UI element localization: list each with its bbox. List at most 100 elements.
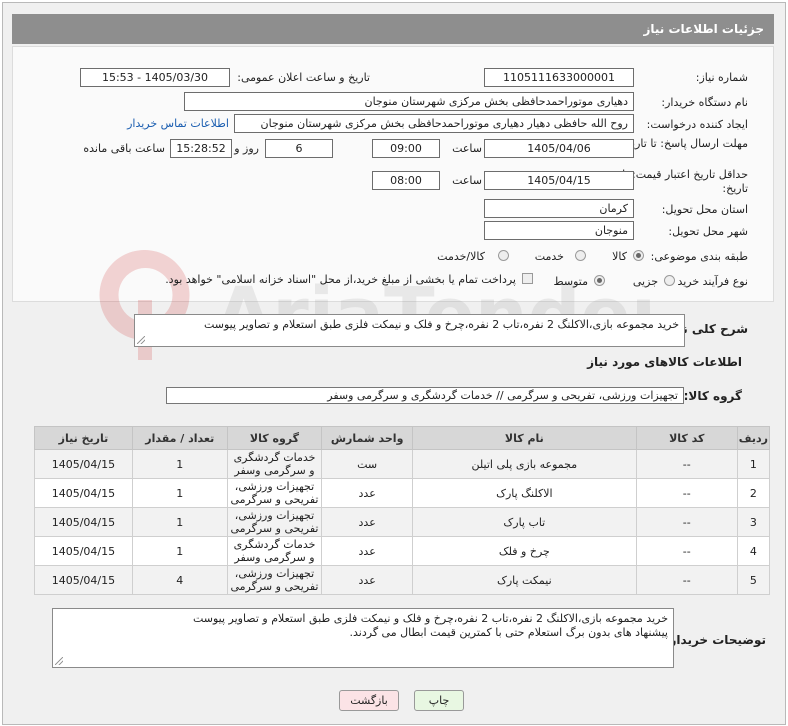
days-field: 6 [265, 139, 333, 158]
item-unit: عدد [321, 565, 413, 595]
row-number: 4 [736, 536, 771, 566]
province-label: استان محل تحویل: [661, 203, 748, 216]
deadline-time-label: ساعت [452, 142, 482, 155]
item-name: الاکلنگ پارک [411, 478, 637, 508]
col-qty: تعداد / مقدار [131, 426, 228, 450]
item-name: نیمکت پارک [411, 565, 637, 595]
goods-group-field: تجهیزات ورزشی، تفریحی و سرگرمی // خدمات … [166, 387, 684, 404]
item-group: تجهیزات ورزشی، تفریحی و سرگرمی [226, 478, 323, 508]
table-row: 3 -- تاب پارک عدد تجهیزات ورزشی، تفریحی … [34, 507, 771, 537]
need-number-field: 1105111633000001 [484, 68, 634, 87]
process-option-minor: جزیی [632, 275, 658, 288]
treasury-payment-note: پرداخت تمام یا بخشی از مبلغ خرید،از محل … [165, 273, 516, 286]
buyer-notes-line-1: خرید مجموعه بازی،الاکلنگ 2 نفره،تاب 2 نف… [192, 612, 668, 625]
item-qty: 1 [131, 478, 228, 508]
process-radio-medium[interactable] [594, 275, 605, 286]
days-label: روز و [234, 142, 259, 155]
summary-textarea[interactable]: خرید مجموعه بازی،الاکلنگ 2 نفره،تاب 2 نف… [134, 314, 685, 347]
category-label: طبقه بندی موضوعی: [650, 250, 748, 263]
buyer-org-field: دهیاری موتوراحمدحافظی بخش مرکزی شهرستان … [184, 92, 634, 111]
item-code: -- [635, 449, 738, 479]
col-unit: واحد شمارش [321, 426, 413, 450]
category-option-goods-service: کالا/خدمت [437, 250, 485, 263]
col-group: گروه کالا [226, 426, 323, 450]
table-row: 2 -- الاکلنگ پارک عدد تجهیزات ورزشی، تفر… [34, 478, 771, 508]
category-option-service: خدمت [534, 250, 564, 263]
goods-table: ردیف کد کالا نام کالا واحد شمارش گروه کا… [34, 426, 771, 595]
col-name: نام کالا [411, 426, 637, 450]
page-header: جزئیات اطلاعات نیاز [12, 14, 774, 44]
item-code: -- [635, 536, 738, 566]
item-group: خدمات گردشگری و سرگرمی وسفر [226, 536, 323, 566]
item-group: تجهیزات ورزشی، تفریحی و سرگرمی [226, 565, 323, 595]
summary-text: خرید مجموعه بازی،الاکلنگ 2 نفره،تاب 2 نف… [203, 318, 679, 331]
table-row: 5 -- نیمکت پارک عدد تجهیزات ورزشی، تفریح… [34, 565, 771, 595]
item-group: خدمات گردشگری و سرگرمی وسفر [226, 449, 323, 479]
buyer-notes-line-2: پیشنهاد های بدون برگ استعلام حتی با کمتر… [349, 626, 668, 639]
category-option-goods: کالا [612, 250, 627, 263]
item-unit: عدد [321, 507, 413, 537]
city-field: منوجان [484, 221, 634, 240]
row-number: 1 [736, 449, 771, 479]
city-label: شهر محل تحویل: [668, 225, 748, 238]
col-row: ردیف [736, 426, 771, 450]
item-name: تاب پارک [411, 507, 637, 537]
goods-group-label: گروه کالا: [683, 389, 742, 403]
item-unit: عدد [321, 478, 413, 508]
table-row: 1 -- مجموعه بازی پلی اتیلن ست خدمات گردش… [34, 449, 771, 479]
need-number-label: شماره نیاز: [695, 71, 748, 84]
goods-section-title: اطلاعات کالاهای مورد نیاز [587, 355, 742, 369]
validity-time-label: ساعت [452, 174, 482, 187]
validity-time-field: 08:00 [372, 171, 440, 190]
buyer-org-label: نام دستگاه خریدار: [661, 96, 748, 109]
col-code: کد کالا [635, 426, 738, 450]
process-radio-minor[interactable] [664, 275, 675, 286]
item-name: مجموعه بازی پلی اتیلن [411, 449, 637, 479]
row-number: 3 [736, 507, 771, 537]
process-option-medium: متوسط [553, 275, 588, 288]
category-radio-goods[interactable] [633, 250, 644, 261]
back-button[interactable]: بازگشت [339, 690, 399, 711]
deadline-time-field: 09:00 [372, 139, 440, 158]
item-qty: 1 [131, 507, 228, 537]
creator-label: ایجاد کننده درخواست: [646, 118, 748, 131]
resize-grip[interactable] [55, 657, 63, 665]
item-date: 1405/04/15 [34, 478, 133, 508]
category-radio-service[interactable] [575, 250, 586, 261]
item-unit: ست [321, 449, 413, 479]
item-date: 1405/04/15 [34, 507, 133, 537]
creator-field: روح الله حافظی دهیار دهیاری موتوراحمدحاف… [234, 114, 634, 133]
item-date: 1405/04/15 [34, 565, 133, 595]
item-name: چرخ و فلک [411, 536, 637, 566]
announce-label: تاریخ و ساعت اعلان عمومی: [237, 71, 370, 84]
item-qty: 1 [131, 449, 228, 479]
province-field: کرمان [484, 199, 634, 218]
deadline-date-field: 1405/04/06 [484, 139, 634, 158]
resize-grip[interactable] [137, 336, 145, 344]
item-code: -- [635, 507, 738, 537]
print-button[interactable]: چاپ [414, 690, 464, 711]
item-date: 1405/04/15 [34, 536, 133, 566]
validity-date-field: 1405/04/15 [484, 171, 634, 190]
buyer-notes-label: توضیحات خریدار: [664, 633, 766, 647]
remaining-time-field: 15:28:52 [170, 139, 232, 158]
table-header-row: ردیف کد کالا نام کالا واحد شمارش گروه کا… [34, 426, 771, 450]
item-code: -- [635, 565, 738, 595]
category-radio-goods-service[interactable] [498, 250, 509, 261]
process-label: نوع فرآیند خرید : [670, 275, 748, 288]
item-code: -- [635, 478, 738, 508]
treasury-payment-checkbox[interactable] [522, 273, 533, 284]
remaining-label: ساعت باقی مانده [83, 142, 165, 155]
buyer-notes-textarea[interactable]: خرید مجموعه بازی،الاکلنگ 2 نفره،تاب 2 نف… [52, 608, 674, 668]
item-qty: 4 [131, 565, 228, 595]
item-qty: 1 [131, 536, 228, 566]
item-date: 1405/04/15 [34, 449, 133, 479]
table-row: 4 -- چرخ و فلک عدد خدمات گردشگری و سرگرم… [34, 536, 771, 566]
col-date: تاریخ نیاز [34, 426, 133, 450]
item-unit: عدد [321, 536, 413, 566]
announce-field: 1405/03/30 - 15:53 [80, 68, 230, 87]
item-group: تجهیزات ورزشی، تفریحی و سرگرمی [226, 507, 323, 537]
row-number: 2 [736, 478, 771, 508]
contact-buyer-link[interactable]: اطلاعات تماس خریدار [127, 117, 229, 130]
row-number: 5 [736, 565, 771, 595]
